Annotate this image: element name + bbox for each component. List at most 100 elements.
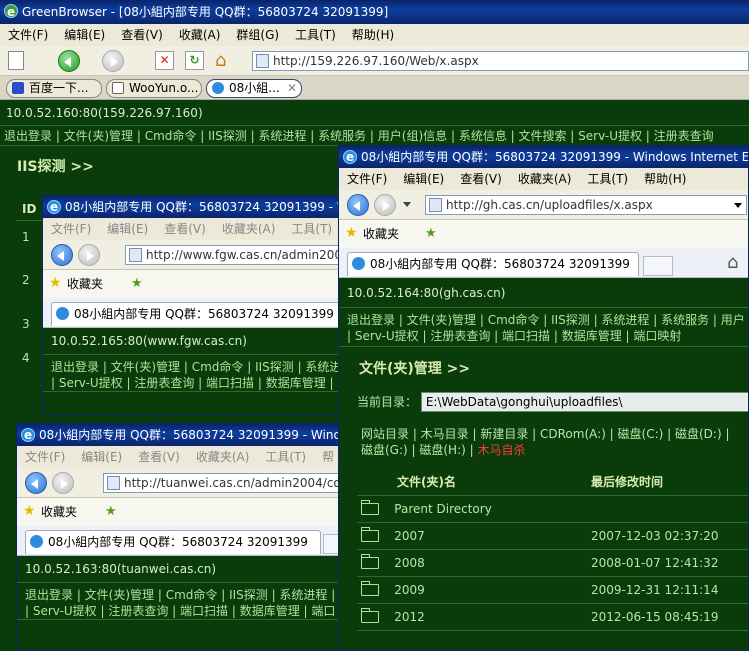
fgw-favorites[interactable]: 收藏夹 — [67, 277, 103, 291]
fgw-nav-1[interactable]: 退出登录 | 文件(夹)管理 | Cmd命令 | IIS探测 | 系统进程 — [43, 355, 341, 375]
menu-favorites[interactable]: 收藏(A) — [171, 24, 229, 46]
main-tabbar: 百度一下... WooYun.o... 08小組... ✕ — [0, 76, 749, 100]
tuanwei-shell: 10.0.52.163:80(tuanwei.cas.cn) 退出登录 | 文件… — [17, 556, 345, 646]
main-address-bar[interactable]: http://159.226.97.160/Web/x.aspx — [252, 51, 749, 71]
tuanwei-tab[interactable]: 08小組内部专用 QQ群：56803724 32091399 — [25, 530, 321, 554]
main-section-title: IIS探测 >> — [17, 159, 94, 175]
file-name[interactable]: 2007 — [394, 529, 425, 543]
forward-button[interactable] — [102, 50, 124, 72]
table-row[interactable]: 2009 2009-12-31 12:11:14 — [357, 576, 748, 604]
file-name[interactable]: 2009 — [394, 583, 425, 597]
tuanwei-menu-tools[interactable]: 工具(T) — [257, 446, 314, 468]
gh-back-button[interactable] — [347, 194, 369, 216]
home-icon[interactable]: ⌂ — [727, 252, 738, 274]
home-icon[interactable]: ⌂ — [215, 50, 237, 71]
file-name-cell: Parent Directory — [357, 495, 587, 523]
fgw-menu-fav[interactable]: 收藏夹(A) — [214, 218, 284, 240]
tuanwei-nav-1[interactable]: 退出登录 | 文件(夹)管理 | Cmd命令 | IIS探测 | 系统进程 | — [17, 583, 345, 603]
tab-08[interactable]: 08小組... ✕ — [206, 79, 302, 98]
tuanwei-toolbar: http://tuanwei.cas.cn/admin2004/common/x… — [17, 468, 345, 498]
menu-tools[interactable]: 工具(T) — [287, 24, 344, 46]
file-name-cell: 2012 — [357, 603, 587, 631]
tuanwei-menu-view[interactable]: 查看(V) — [130, 446, 188, 468]
gh-drives-1[interactable]: 网站目录 | 木马目录 | 新建目录 | CDRom(A:) | 磁盘(C:) … — [361, 426, 730, 442]
gh-tab[interactable]: 08小組内部专用 QQ群：56803724 32091399 — [347, 252, 639, 276]
fgw-tab[interactable]: 08小組内部专用 QQ群：56803724 32091399 — [51, 302, 341, 326]
menu-edit[interactable]: 编辑(E) — [56, 24, 113, 46]
gh-host: 10.0.52.164:80(gh.cas.cn) — [339, 278, 748, 308]
gh-favorites[interactable]: 收藏夹 — [363, 227, 399, 241]
tuanwei-title-bar: 08小組内部专用 QQ群：56803724 32091399 - Windows… — [17, 424, 345, 446]
main-title-bar: GreenBrowser - [08小組内部专用 QQ群：56803724 32… — [0, 0, 749, 24]
gh-current-dir-input[interactable]: E:\WebData\gonghui\uploadfiles\ — [420, 392, 748, 412]
fgw-forward-button[interactable] — [78, 244, 100, 266]
gh-trojan-selfkill-link[interactable]: 木马自杀 — [477, 443, 525, 457]
tuanwei-nav-2[interactable]: | Serv-U提权 | 注册表查询 | 端口扫描 | 数据库管理 | 端口 — [17, 603, 345, 620]
tuanwei-back-button[interactable] — [25, 472, 47, 494]
tuanwei-favorites[interactable]: 收藏夹 — [41, 505, 77, 519]
fgw-address-bar[interactable]: http://www.fgw.cas.cn/admin2004/x.aspx — [125, 245, 341, 265]
file-name[interactable]: 2008 — [394, 556, 425, 570]
gh-address-bar[interactable]: http://gh.cas.cn/uploadfiles/x.aspx — [425, 195, 747, 215]
menu-help[interactable]: 帮助(H) — [344, 24, 402, 46]
gh-menu-fav[interactable]: 收藏夹(A) — [510, 168, 580, 190]
file-name[interactable]: Parent Directory — [394, 502, 492, 516]
folder-icon — [361, 608, 379, 623]
fgw-back-button[interactable] — [51, 244, 73, 266]
table-row[interactable]: Parent Directory — [357, 495, 748, 523]
tuanwei-menu-file[interactable]: 文件(F) — [17, 446, 73, 468]
fgw-tab-label: 08小組内部专用 QQ群：56803724 32091399 — [74, 307, 334, 321]
fgw-menu-tools[interactable]: 工具(T) — [283, 218, 340, 240]
tab-baidu[interactable]: 百度一下... — [6, 79, 102, 98]
menu-view[interactable]: 查看(V) — [113, 24, 171, 46]
gh-menu-tools[interactable]: 工具(T) — [579, 168, 636, 190]
fgw-menu-file[interactable]: 文件(F) — [43, 218, 99, 240]
tuanwei-menu-fav[interactable]: 收藏夹(A) — [188, 446, 258, 468]
menu-file[interactable]: 文件(F) — [0, 24, 56, 46]
page-icon — [107, 476, 120, 490]
tuanwei-tabrow: 08小組内部专用 QQ群：56803724 32091399 — [17, 526, 345, 556]
gh-section-title: 文件(夹)管理 >> — [359, 361, 471, 377]
tuanwei-forward-button[interactable] — [52, 472, 74, 494]
main-nav[interactable]: 退出登录 | 文件(夹)管理 | Cmd命令 | IIS探测 | 系统进程 | … — [0, 126, 749, 146]
address-dropdown-icon[interactable] — [734, 203, 742, 208]
file-name[interactable]: 2012 — [394, 610, 425, 624]
refresh-icon[interactable]: ↻ — [185, 51, 204, 70]
stop-icon[interactable]: ✕ — [155, 51, 174, 70]
gh-nav-2[interactable]: | Serv-U提权 | 注册表查询 | 端口扫描 | 数据库管理 | 端口映射 — [339, 328, 748, 347]
gh-forward-button[interactable] — [374, 194, 396, 216]
star-icon[interactable]: ★ — [49, 276, 62, 290]
table-row[interactable]: 2008 2008-01-07 12:41:32 — [357, 549, 748, 577]
gh-drives-2: 磁盘(G:) | 磁盘(H:) | 木马自杀 — [361, 442, 526, 458]
gh-drives-2-links[interactable]: 磁盘(G:) | 磁盘(H:) | — [361, 443, 477, 457]
new-tab-button[interactable] — [643, 256, 673, 276]
back-button[interactable] — [58, 50, 80, 72]
fgw-nav-2[interactable]: | Serv-U提权 | 注册表查询 | 端口扫描 | 数据库管理 | — [43, 375, 341, 392]
table-row[interactable]: 2012 2012-06-15 08:45:19 — [357, 603, 748, 631]
page-icon — [129, 248, 142, 262]
window-fgw: 08小組内部专用 QQ群：56803724 32091399 - Windows… — [42, 195, 342, 415]
new-page-icon[interactable] — [8, 51, 24, 70]
gh-menu-help[interactable]: 帮助(H) — [636, 168, 694, 190]
gh-nav-1[interactable]: 退出登录 | 文件(夹)管理 | Cmd命令 | IIS探测 | 系统进程 | … — [339, 308, 748, 328]
gh-menu-view[interactable]: 查看(V) — [452, 168, 510, 190]
add-fav-icon[interactable]: ★ — [131, 277, 143, 290]
star-icon[interactable]: ★ — [345, 226, 358, 240]
fgw-menu-edit[interactable]: 编辑(E) — [99, 218, 156, 240]
add-fav-icon[interactable]: ★ — [425, 227, 437, 240]
tab-wooyun[interactable]: WooYun.o... — [106, 79, 202, 98]
gh-favbar: ★ 收藏夹 ★ — [339, 220, 748, 248]
menu-groups[interactable]: 群组(G) — [228, 24, 287, 46]
star-icon[interactable]: ★ — [23, 504, 36, 518]
gh-nav-dropdown-icon[interactable] — [403, 202, 411, 207]
tuanwei-menu-edit[interactable]: 编辑(E) — [73, 446, 130, 468]
close-tab-icon[interactable]: ✕ — [287, 80, 297, 97]
gh-menu-edit[interactable]: 编辑(E) — [395, 168, 452, 190]
tuanwei-address-bar[interactable]: http://tuanwei.cas.cn/admin2004/common/x… — [103, 473, 345, 493]
add-fav-icon[interactable]: ★ — [105, 505, 117, 518]
gh-menu-file[interactable]: 文件(F) — [339, 168, 395, 190]
fgw-menu-view[interactable]: 查看(V) — [156, 218, 214, 240]
table-row[interactable]: 2007 2007-12-03 02:37:20 — [357, 522, 748, 550]
tuanwei-title: 08小組内部专用 QQ群：56803724 32091399 - Windows… — [39, 428, 345, 442]
fgw-host: 10.0.52.165:80(www.fgw.cas.cn) — [43, 328, 341, 355]
